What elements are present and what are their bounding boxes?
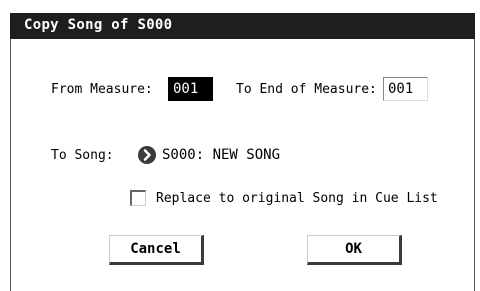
dialog-title: Copy Song of S000 [24, 17, 173, 33]
from-measure-field[interactable]: 001 [168, 77, 213, 101]
from-measure-label: From Measure: [51, 82, 153, 97]
dialog-titlebar: Copy Song of S000 [10, 13, 475, 39]
copy-song-dialog: Copy Song of S000 From Measure: 001 To E… [10, 13, 475, 291]
replace-checkbox[interactable] [130, 190, 146, 206]
replace-checkbox-label[interactable]: Replace to original Song in Cue List [156, 191, 438, 206]
to-song-label: To Song: [51, 148, 114, 163]
song-select-icon[interactable] [138, 146, 156, 164]
to-end-measure-field[interactable]: 001 [383, 77, 428, 101]
to-song-value[interactable]: S000: NEW SONG [162, 147, 280, 163]
to-end-measure-label: To End of Measure: [236, 82, 377, 97]
ok-button[interactable]: OK [307, 235, 402, 265]
cancel-button[interactable]: Cancel [109, 235, 204, 265]
